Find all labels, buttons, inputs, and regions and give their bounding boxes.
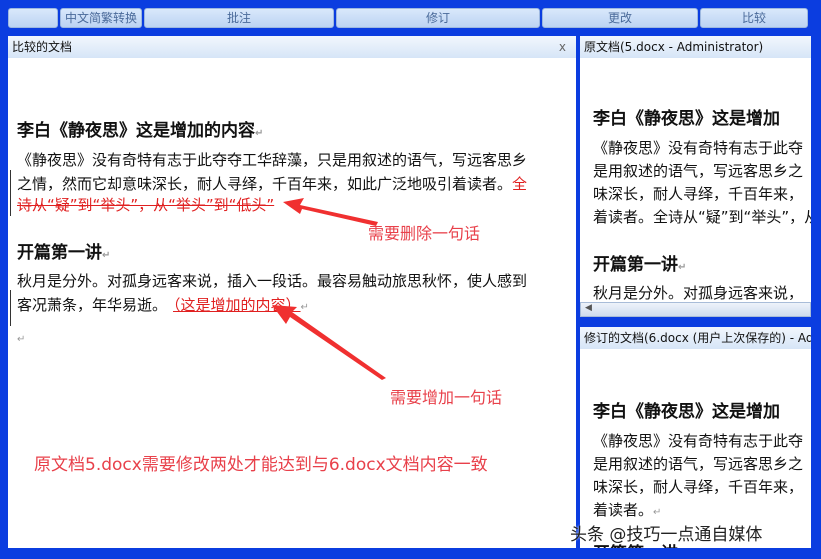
toolbar-comments[interactable]: 批注	[144, 8, 334, 28]
change-bar	[10, 290, 11, 326]
paragraph-line: 之情，然而它却意味深长，耐人寻绎，千百年来，如此广泛地吸引着读者。全	[17, 175, 528, 193]
heading: 李白《静夜思》这是增加的内容↵	[17, 121, 264, 141]
annotation-summary: 原文档5.docx需要修改两处才能达到与6.docx文档内容一致	[34, 455, 488, 475]
deleted-text: 诗从“疑”到“举头”，从“举头”到“低头”	[17, 196, 275, 214]
toolbar-compare[interactable]: 比较	[700, 8, 808, 28]
compared-document[interactable]: 李白《静夜思》这是增加的内容↵ 《静夜思》没有奇特有志于此夺夺工华辞藻，只是用叙…	[8, 58, 576, 548]
revised-document[interactable]: 李白《静夜思》这是增加 《静夜思》没有奇特有志于此夺 是用叙述的语气，写远客思乡…	[580, 349, 811, 548]
heading2: 开篇第一讲↵	[17, 243, 111, 263]
compared-doc-header: 比较的文档 x	[8, 36, 576, 58]
annotation-delete: 需要删除一句话	[368, 224, 481, 243]
heading2: 开篇第一讲↵	[593, 255, 687, 275]
inserted-text: （这是增加的内容）	[173, 296, 301, 314]
change-bar	[10, 170, 11, 216]
paragraph-line: 是用叙述的语气，写远客思乡之	[593, 162, 804, 180]
paragraph-mark: ↵	[17, 334, 26, 345]
toolbar-group-blank	[8, 8, 58, 28]
paragraph-line: 着读者。全诗从“疑”到“举头”，从	[593, 208, 811, 226]
toolbar-chinese-conversion[interactable]: 中文简繁转换	[60, 8, 142, 28]
scroll-left-icon[interactable]: ◀	[585, 303, 592, 313]
watermark: 头条 @技巧一点通自媒体	[570, 525, 763, 545]
paragraph-line: 《静夜思》没有奇特有志于此夺	[593, 139, 804, 157]
deleted-text: 全	[512, 175, 528, 193]
paragraph-line: 《静夜思》没有奇特有志于此夺夺工华辞藻，只是用叙述的语气，写远客思乡	[17, 151, 528, 169]
revised-doc-header: 修订的文档(6.docx (用户上次保存的) - Ad	[580, 327, 811, 349]
paragraph-line: 秋月是分外。对孤身远客来说，	[593, 284, 804, 302]
paragraph-line: 味深长，耐人寻绎，千百年来，	[593, 478, 804, 496]
paragraph-line: 是用叙述的语气，写远客思乡之	[593, 455, 804, 473]
compared-doc-title: 比较的文档	[12, 40, 73, 54]
horizontal-scrollbar[interactable]: ◀	[580, 302, 811, 317]
toolbar-changes[interactable]: 更改	[542, 8, 698, 28]
original-doc-header: 原文档(5.docx - Administrator)	[580, 36, 811, 58]
paragraph-line: 《静夜思》没有奇特有志于此夺	[593, 432, 804, 450]
paragraph-line: 味深长，耐人寻绎，千百年来，	[593, 185, 804, 203]
toolbar-tracking[interactable]: 修订	[336, 8, 540, 28]
close-icon[interactable]: x	[559, 36, 566, 58]
heading: 李白《静夜思》这是增加	[593, 402, 780, 422]
paragraph-line: 秋月是分外。对孤身远客来说，插入一段话。最容易触动旅思秋怀，使人感到	[17, 272, 528, 290]
annotation-add: 需要增加一句话	[390, 388, 503, 407]
original-document[interactable]: 李白《静夜思》这是增加 《静夜思》没有奇特有志于此夺 是用叙述的语气，写远客思乡…	[580, 58, 811, 302]
heading: 李白《静夜思》这是增加	[593, 109, 780, 129]
